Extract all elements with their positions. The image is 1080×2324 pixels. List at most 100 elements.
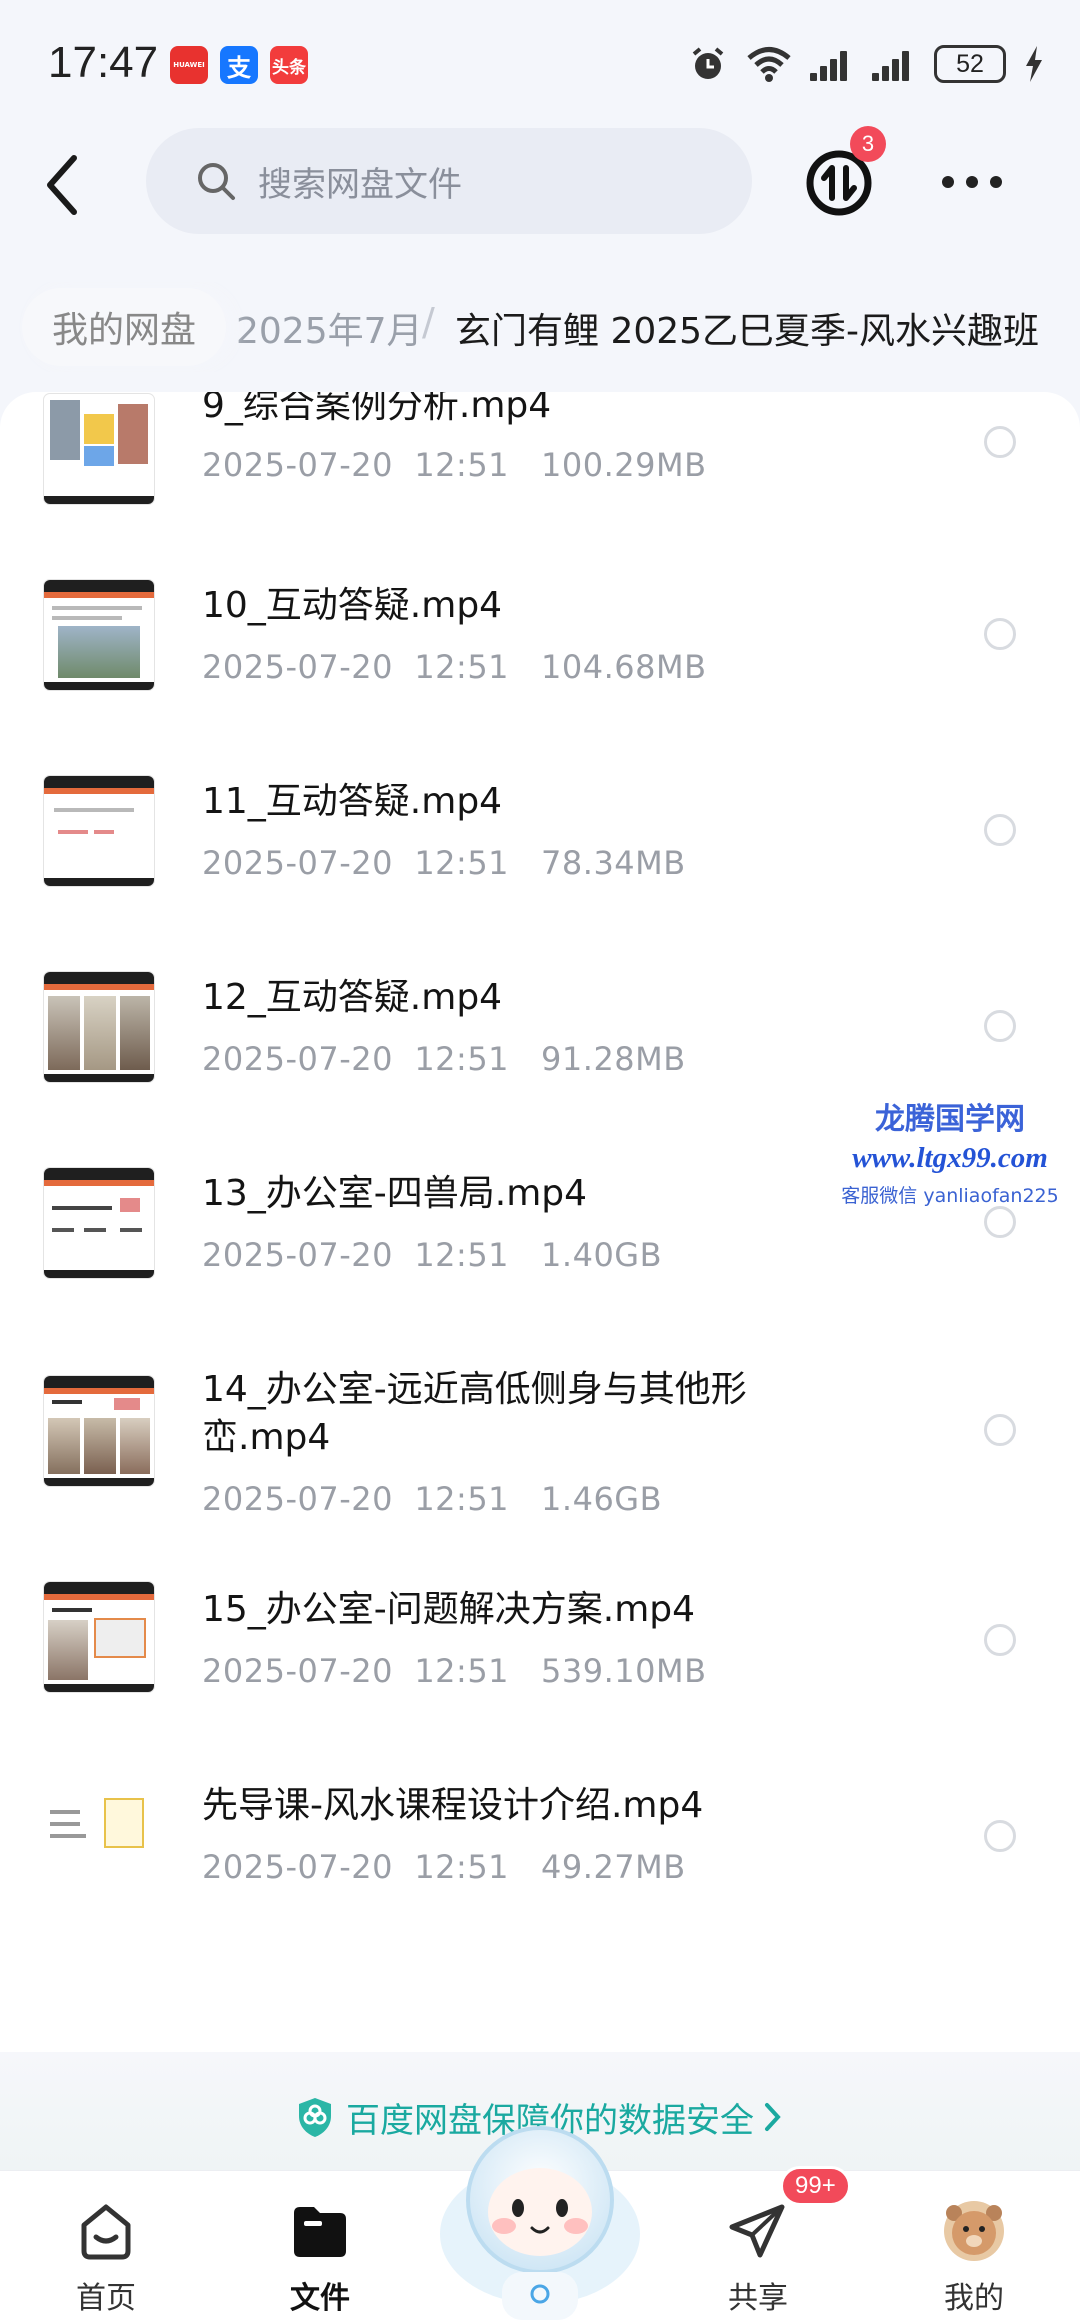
- file-meta: 2025-07-20 12:51 78.34MB: [202, 844, 686, 882]
- file-row[interactable]: 11_互动答疑.mp4 2025-07-20 12:51 78.34MB: [0, 746, 1080, 942]
- select-radio[interactable]: [984, 1624, 1016, 1656]
- file-date: 2025-07-20: [202, 1652, 393, 1690]
- file-name: 15_办公室-问题解决方案.mp4: [202, 1589, 696, 1630]
- video-thumbnail: [44, 1778, 154, 1888]
- file-time: 12:51: [414, 1236, 510, 1274]
- file-name: 13_办公室-四兽局.mp4: [202, 1173, 588, 1214]
- video-thumbnail: [44, 1582, 154, 1692]
- signal-icon-2: [872, 47, 916, 81]
- file-time: 12:51: [414, 1652, 510, 1690]
- share-plane-icon: [729, 2204, 785, 2258]
- file-row[interactable]: 15_办公室-问题解决方案.mp4 2025-07-20 12:51 539.1…: [0, 1576, 1080, 1772]
- file-list: 9_综合案例分析.mp4 2025-07-20 12:51 100.29MB 1…: [0, 392, 1080, 2052]
- folder-icon: [294, 2207, 346, 2257]
- battery-indicator: 52: [934, 45, 1006, 83]
- alarm-icon: [692, 47, 724, 79]
- breadcrumb-root[interactable]: 我的网盘: [22, 288, 227, 366]
- chevron-right-icon: [765, 2103, 781, 2131]
- watermark-contact: 客服微信 yanliaofan225: [841, 1185, 1059, 1207]
- file-meta: 2025-07-20 12:51 1.40GB: [202, 1236, 662, 1274]
- transfer-badge: 3: [850, 126, 886, 162]
- file-row[interactable]: 9_综合案例分析.mp4 2025-07-20 12:51 100.29MB: [0, 392, 1080, 522]
- nav-mine[interactable]: 我的: [904, 2181, 1044, 2321]
- nav-mine-label: 我的: [944, 2281, 1004, 2316]
- file-size: 91.28MB: [541, 1040, 686, 1078]
- file-time: 12:51: [414, 844, 510, 882]
- home-icon: [81, 2204, 131, 2260]
- file-size: 78.34MB: [541, 844, 686, 882]
- select-radio[interactable]: [984, 618, 1016, 650]
- nav-files-label: 文件: [290, 2281, 350, 2316]
- share-badge: 99+: [780, 2166, 851, 2206]
- file-time: 12:51: [414, 1480, 510, 1518]
- status-icons: 52: [688, 40, 1044, 88]
- file-name: 9_综合案例分析.mp4: [202, 392, 552, 426]
- file-size: 1.40GB: [541, 1236, 663, 1274]
- huawei-app-icon: HUAWEI: [170, 46, 208, 84]
- file-name: 12_互动答疑.mp4: [202, 977, 503, 1018]
- video-thumbnail: [44, 972, 154, 1082]
- watermark: 龙腾国学网 www.ltgx99.com 客服微信 yanliaofan225: [820, 1094, 1080, 1208]
- file-meta: 2025-07-20 12:51 539.10MB: [202, 1652, 707, 1690]
- assistant-mascot-icon[interactable]: [432, 2104, 648, 2320]
- file-time: 12:51: [414, 446, 510, 484]
- video-thumbnail: [44, 1168, 154, 1278]
- select-radio[interactable]: [984, 1010, 1016, 1042]
- file-meta: 2025-07-20 12:51 104.68MB: [202, 648, 707, 686]
- watermark-title: 龙腾国学网: [875, 1102, 1025, 1137]
- file-time: 12:51: [414, 648, 510, 686]
- nav-home[interactable]: 首页: [36, 2181, 176, 2321]
- alipay-app-icon: 支: [220, 46, 258, 84]
- select-radio[interactable]: [984, 814, 1016, 846]
- file-date: 2025-07-20: [202, 1040, 393, 1078]
- file-meta: 2025-07-20 12:51 1.46GB: [202, 1480, 662, 1518]
- file-size: 104.68MB: [541, 648, 707, 686]
- file-meta: 2025-07-20 12:51 100.29MB: [202, 446, 707, 484]
- file-row[interactable]: 14_办公室-远近高低侧身与其他形峦.mp4 2025-07-20 12:51 …: [0, 1334, 1080, 1576]
- file-time: 12:51: [414, 1040, 510, 1078]
- signal-icon: [810, 47, 854, 81]
- breadcrumb-separator: /: [422, 300, 435, 344]
- video-thumbnail: [44, 580, 154, 690]
- video-thumbnail: [44, 1376, 154, 1486]
- shield-icon: [299, 2098, 331, 2137]
- file-meta: 2025-07-20 12:51 49.27MB: [202, 1848, 686, 1886]
- watermark-url: www.ltgx99.com: [852, 1142, 1048, 1174]
- file-name: 11_互动答疑.mp4: [202, 781, 503, 822]
- file-date: 2025-07-20: [202, 648, 393, 686]
- search-placeholder: 搜索网盘文件: [258, 164, 462, 205]
- search-bar[interactable]: 搜索网盘文件: [146, 128, 752, 234]
- file-name: 10_互动答疑.mp4: [202, 585, 503, 626]
- video-thumbnail: [44, 394, 154, 504]
- nav-share-label: 共享: [728, 2281, 788, 2316]
- file-name: 先导课-风水课程设计介绍.mp4: [202, 1785, 704, 1826]
- avatar-icon: [944, 2201, 1004, 2261]
- toutiao-app-icon: 头条: [270, 46, 308, 84]
- file-size: 539.10MB: [541, 1652, 707, 1690]
- file-date: 2025-07-20: [202, 1236, 393, 1274]
- file-meta: 2025-07-20 12:51 91.28MB: [202, 1040, 686, 1078]
- charging-icon: [1026, 46, 1042, 82]
- file-row[interactable]: 先导课-风水课程设计介绍.mp4 2025-07-20 12:51 49.27M…: [0, 1772, 1080, 1968]
- status-bar: 17:47 HUAWEI 支 头条 52: [0, 0, 1080, 120]
- video-thumbnail: [44, 776, 154, 886]
- more-menu-icon[interactable]: [942, 170, 1002, 194]
- huawei-app-label: HUAWEI: [173, 61, 205, 69]
- breadcrumb-parent[interactable]: 2025年7月: [236, 302, 423, 354]
- breadcrumb-current: 玄门有鲤 2025乙巳夏季-风水兴趣班: [455, 311, 1040, 352]
- select-radio[interactable]: [984, 1206, 1016, 1238]
- nav-home-label: 首页: [76, 2281, 136, 2316]
- file-date: 2025-07-20: [202, 844, 393, 882]
- select-radio[interactable]: [984, 426, 1016, 458]
- wifi-icon: [747, 47, 791, 82]
- file-date: 2025-07-20: [202, 1480, 393, 1518]
- back-arrow-icon[interactable]: [38, 150, 88, 220]
- status-time: 17:47: [48, 38, 159, 87]
- nav-files[interactable]: 文件: [250, 2181, 390, 2321]
- breadcrumb: 我的网盘 2025年7月 / 玄门有鲤 2025乙巳夏季-风水兴趣班: [0, 282, 1080, 372]
- file-date: 2025-07-20: [202, 446, 393, 484]
- file-name: 14_办公室-远近高低侧身与其他形峦.mp4: [202, 1369, 747, 1458]
- select-radio[interactable]: [984, 1414, 1016, 1446]
- file-row[interactable]: 10_互动答疑.mp4 2025-07-20 12:51 104.68MB: [0, 550, 1080, 746]
- select-radio[interactable]: [984, 1820, 1016, 1852]
